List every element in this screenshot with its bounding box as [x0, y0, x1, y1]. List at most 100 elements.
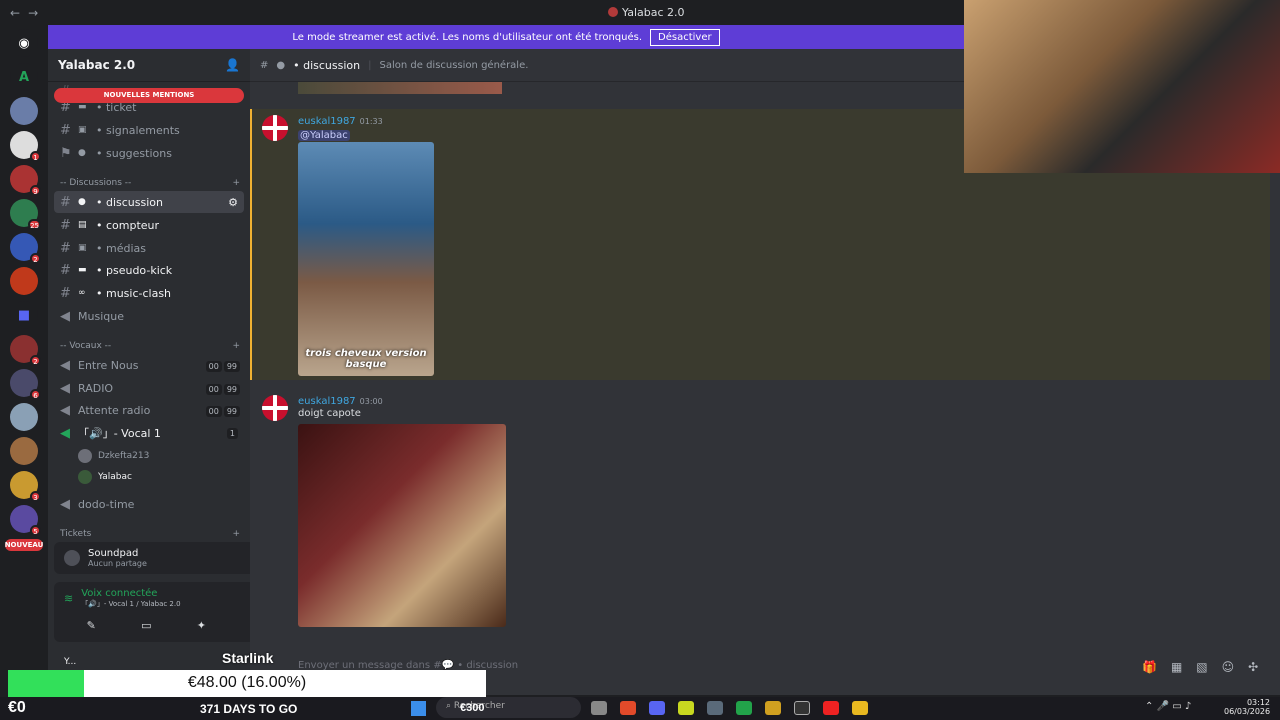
- donation-goal-overlay: €48.00 (16.00%): [8, 670, 486, 698]
- file-explorer-icon[interactable]: [852, 701, 868, 715]
- add-channel-icon[interactable]: +: [232, 341, 240, 351]
- discord-taskbar-icon[interactable]: [649, 701, 665, 715]
- channel-music-clash[interactable]: # ∞ • music-clash: [54, 282, 244, 304]
- message-image[interactable]: trois cheveux version basque: [298, 142, 434, 376]
- server-name: Yalabac 2.0: [58, 58, 136, 72]
- server-icon[interactable]: 6: [10, 369, 41, 400]
- user-name-short[interactable]: Y...: [64, 657, 76, 667]
- server-icon[interactable]: 9: [10, 165, 41, 196]
- channel-music[interactable]: ◀ Musique: [54, 305, 244, 327]
- gif-icon[interactable]: ▦: [1171, 660, 1182, 674]
- new-mentions-pill[interactable]: NOUVELLES MENTIONS: [54, 88, 244, 103]
- spreadsheet-taskbar-icon[interactable]: [736, 701, 752, 715]
- back-icon[interactable]: ←: [10, 6, 20, 20]
- server-icon[interactable]: 5: [10, 505, 41, 536]
- server-badge: 9: [30, 185, 41, 196]
- youtube-taskbar-icon[interactable]: [823, 701, 839, 715]
- voice-radio[interactable]: ◀ RADIO 00 99: [54, 377, 244, 399]
- speaker-icon: ◀: [60, 496, 70, 512]
- voice-entre-nous[interactable]: ◀ Entre Nous 00 99: [54, 354, 244, 376]
- emoji-icon[interactable]: ☺: [1222, 660, 1235, 674]
- avatar[interactable]: [262, 395, 288, 421]
- server-icon[interactable]: A: [10, 63, 38, 91]
- settings-gear-icon[interactable]: ⚙: [228, 196, 238, 209]
- avatar[interactable]: [262, 115, 288, 141]
- app-taskbar-icon[interactable]: [678, 701, 694, 715]
- folder-icon[interactable]: ■: [10, 301, 38, 329]
- sticker-icon[interactable]: ▧: [1196, 660, 1207, 674]
- task-view-icon[interactable]: [591, 701, 607, 715]
- speaker-icon: ◀: [60, 380, 70, 396]
- server-icon[interactable]: 25: [10, 199, 41, 230]
- taskbar-search[interactable]: ⌕ Rechercher: [436, 697, 581, 718]
- add-channel-icon[interactable]: +: [232, 178, 240, 188]
- windows-start-icon[interactable]: [411, 701, 426, 716]
- server-icon[interactable]: 2: [10, 233, 41, 264]
- message-author[interactable]: euskal1987: [298, 116, 356, 127]
- gift-icon[interactable]: 🎁: [1142, 660, 1157, 674]
- app-taskbar-icon[interactable]: [765, 701, 781, 715]
- brave-browser-icon[interactable]: [620, 701, 636, 715]
- message-image[interactable]: [298, 424, 506, 627]
- channel-counter[interactable]: # ▤ • compteur: [54, 214, 244, 236]
- server-icon[interactable]: 1: [10, 131, 41, 162]
- user-limit: 99: [223, 405, 240, 417]
- goal-days-left: 371 DAYS TO GO: [200, 702, 298, 716]
- channel-label: Entre Nous: [78, 358, 139, 372]
- server-badge: 1: [30, 151, 41, 162]
- user-limit: 99: [223, 383, 240, 395]
- speaker-icon: ◀: [60, 402, 70, 418]
- channel-label: • discussion: [96, 195, 163, 209]
- speaker-icon: ◀: [60, 425, 70, 441]
- channel-discussion[interactable]: # ● • discussion ⚙: [54, 191, 244, 213]
- disable-streamer-button[interactable]: Désactiver: [650, 28, 720, 46]
- screen-share-icon[interactable]: ▭: [141, 619, 151, 632]
- add-channel-icon[interactable]: +: [232, 529, 240, 539]
- voice-waiting-radio[interactable]: ◀ Attente radio 00 99: [54, 399, 244, 421]
- category-vocaux[interactable]: -- Vocaux -- +: [60, 341, 240, 351]
- user-count: 00: [205, 383, 222, 395]
- voice-vocal-1[interactable]: ◀ 「🔊」- Vocal 1 1: [54, 422, 244, 444]
- server-icon[interactable]: [10, 267, 38, 295]
- server-icon[interactable]: [10, 437, 38, 465]
- message-author[interactable]: euskal1987: [298, 396, 356, 407]
- channel-label: • pseudo-kick: [96, 263, 173, 277]
- forward-icon[interactable]: →: [28, 6, 38, 20]
- obs-taskbar-icon[interactable]: [794, 701, 810, 715]
- soundpad-name: Soundpad: [88, 548, 139, 559]
- voice-user[interactable]: Dzkefta213: [78, 449, 149, 463]
- apps-icon[interactable]: ✣: [1248, 660, 1258, 674]
- forum-icon: ⚑: [60, 145, 72, 161]
- channel-reports[interactable]: # ▣ • signalements: [54, 119, 244, 141]
- server-icon[interactable]: 2: [10, 335, 41, 366]
- channel-pseudo-kick[interactable]: # ▬ • pseudo-kick: [54, 259, 244, 281]
- server-badge: 6: [30, 389, 41, 400]
- link-icon: ∞: [78, 288, 86, 298]
- voice-status[interactable]: Voix connectée: [81, 588, 180, 599]
- counter-icon: ▤: [78, 220, 87, 230]
- chat-bubble-icon: ●: [276, 59, 286, 71]
- camera-icon[interactable]: ✎: [87, 619, 96, 632]
- server-icon[interactable]: [10, 97, 38, 125]
- discord-home-icon[interactable]: ◉: [10, 29, 38, 57]
- server-badge: 25: [28, 219, 41, 230]
- voice-user[interactable]: Yalabac: [78, 470, 132, 484]
- voice-dodo-time[interactable]: ◀ dodo-time: [54, 493, 244, 515]
- clock[interactable]: 03:12 06/03/2026: [1224, 698, 1270, 716]
- previous-image[interactable]: [298, 82, 502, 94]
- category-tickets[interactable]: Tickets +: [60, 529, 240, 539]
- notification-badge: 1: [226, 427, 238, 439]
- activities-icon[interactable]: ✦: [197, 619, 206, 632]
- channel-label: • suggestions: [96, 146, 172, 160]
- server-icon[interactable]: 3: [10, 471, 41, 502]
- channel-media[interactable]: # ▣ • médias: [54, 237, 244, 259]
- server-header[interactable]: Yalabac 2.0 👤: [48, 49, 250, 82]
- tray-icons[interactable]: ⌃ 🎤 ▭ ♪: [1145, 701, 1191, 712]
- add-member-icon[interactable]: 👤: [225, 58, 240, 72]
- channel-suggestions[interactable]: ⚑ ● • suggestions: [54, 142, 244, 164]
- category-discussions[interactable]: -- Discussions -- +: [60, 178, 240, 188]
- user-mention[interactable]: @Yalabac: [298, 130, 350, 141]
- app-icon: [608, 7, 618, 17]
- settings-taskbar-icon[interactable]: [707, 701, 723, 715]
- server-icon[interactable]: [10, 403, 38, 431]
